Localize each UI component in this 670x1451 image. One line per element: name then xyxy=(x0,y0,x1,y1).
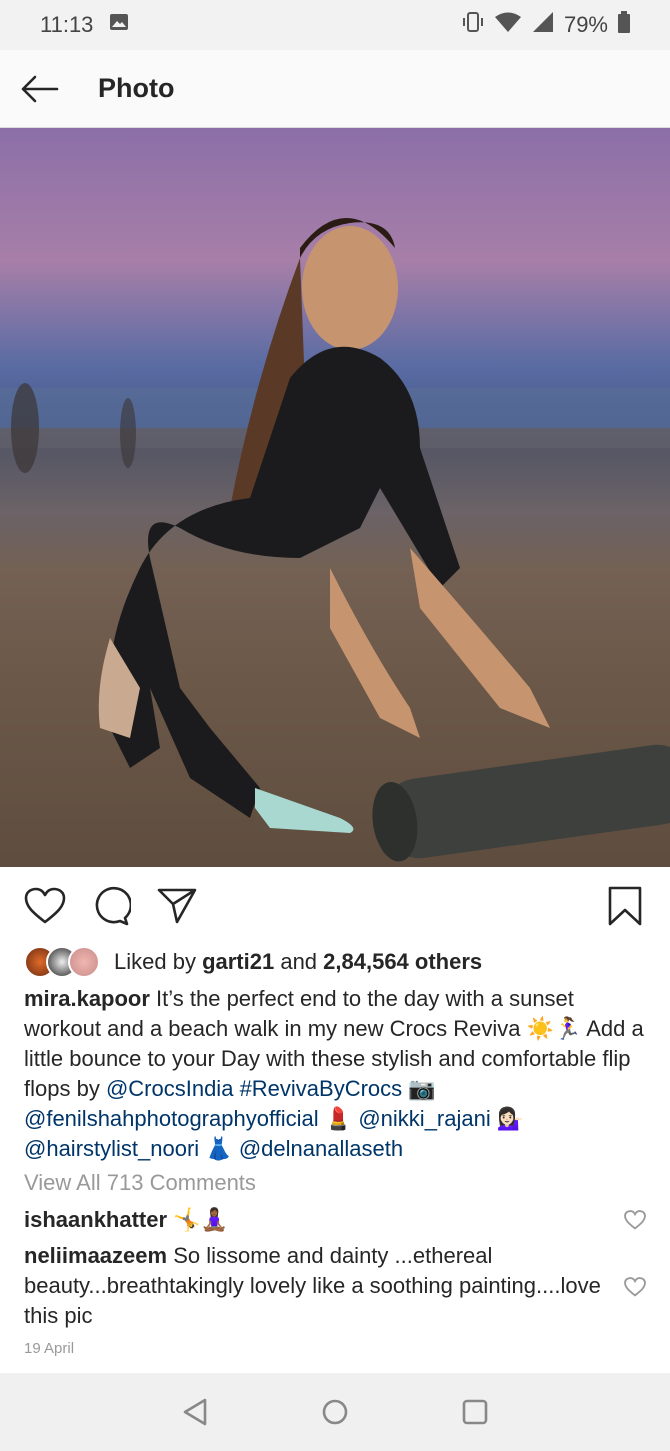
likes-row[interactable]: Liked by garti21 and 2,84,564 others xyxy=(24,944,654,980)
battery-percent: 79% xyxy=(563,12,608,37)
comment: neliimaazeem So lissome and dainty ...et… xyxy=(24,1241,614,1331)
status-bar: 11:13 79% xyxy=(0,0,670,50)
caption-emoji: ☀️🏃‍♀️ xyxy=(526,1016,582,1041)
heart-icon xyxy=(24,887,66,924)
caption-username[interactable]: mira.kapoor xyxy=(24,986,150,1011)
post-date: 19 April xyxy=(24,1340,75,1357)
like-button[interactable] xyxy=(22,883,68,929)
comment-username[interactable]: neliimaazeem xyxy=(24,1243,167,1268)
mention-link[interactable]: @hairstylist_noori xyxy=(24,1136,199,1161)
system-nav-bar xyxy=(0,1373,670,1451)
heart-icon xyxy=(624,1210,646,1230)
page-title: Photo xyxy=(98,73,175,103)
avatar xyxy=(68,946,100,978)
back-button[interactable] xyxy=(0,50,78,128)
mention-link[interactable]: @delnanallaseth xyxy=(239,1136,403,1161)
comment: ishaankhatter 🤸🧘🏾‍♀️ xyxy=(24,1205,614,1235)
likes-prefix: Liked by xyxy=(114,949,203,974)
comment-text: 🤸🧘🏾‍♀️ xyxy=(167,1207,228,1232)
battery-icon xyxy=(618,11,630,39)
liker-avatars xyxy=(24,946,100,978)
bookmark-icon xyxy=(608,886,642,926)
nav-recents-button[interactable] xyxy=(460,1397,490,1427)
arrow-left-icon xyxy=(21,75,59,102)
circle-home-icon xyxy=(322,1399,348,1425)
comment-username[interactable]: ishaankhatter xyxy=(24,1207,167,1232)
post-caption: mira.kapoor It’s the perfect end to the … xyxy=(24,984,654,1164)
send-icon xyxy=(157,888,197,924)
caption-emoji: 📷 xyxy=(408,1076,436,1101)
square-recents-icon xyxy=(462,1399,488,1425)
vibrate-icon xyxy=(462,11,484,39)
liked-by-user[interactable]: garti21 xyxy=(202,949,274,975)
app-header: Photo xyxy=(0,50,670,128)
mention-link[interactable]: @CrocsIndia xyxy=(106,1076,234,1101)
post-actions xyxy=(0,868,670,944)
nav-back-button[interactable] xyxy=(180,1397,210,1427)
wifi-icon xyxy=(494,11,522,39)
post-photo[interactable] xyxy=(0,128,670,867)
save-button[interactable] xyxy=(602,883,648,929)
view-all-comments-link[interactable]: View All 713 Comments xyxy=(24,1170,256,1196)
signal-icon xyxy=(532,11,554,39)
likes-and: and xyxy=(274,949,324,974)
mention-link[interactable]: @nikki_rajani xyxy=(358,1106,490,1131)
comment-icon xyxy=(95,886,131,926)
mention-link[interactable]: @fenilshahphotographyofficial xyxy=(24,1106,319,1131)
status-time: 11:13 xyxy=(40,12,94,37)
caption-emoji: 💁🏻‍♀️ xyxy=(496,1106,525,1131)
caption-emoji: 💄 xyxy=(324,1106,353,1131)
nav-home-button[interactable] xyxy=(320,1397,350,1427)
image-icon xyxy=(109,12,129,38)
triangle-back-icon xyxy=(183,1398,207,1426)
comment-like-button[interactable] xyxy=(624,1277,646,1299)
share-button[interactable] xyxy=(154,883,200,929)
comment-button[interactable] xyxy=(88,883,134,929)
hashtag-link[interactable]: #RevivaByCrocs xyxy=(240,1076,403,1101)
caption-emoji: 👗 xyxy=(205,1136,233,1161)
likes-count[interactable]: 2,84,564 others xyxy=(323,949,482,975)
heart-icon xyxy=(624,1277,646,1297)
comment-like-button[interactable] xyxy=(624,1210,646,1232)
